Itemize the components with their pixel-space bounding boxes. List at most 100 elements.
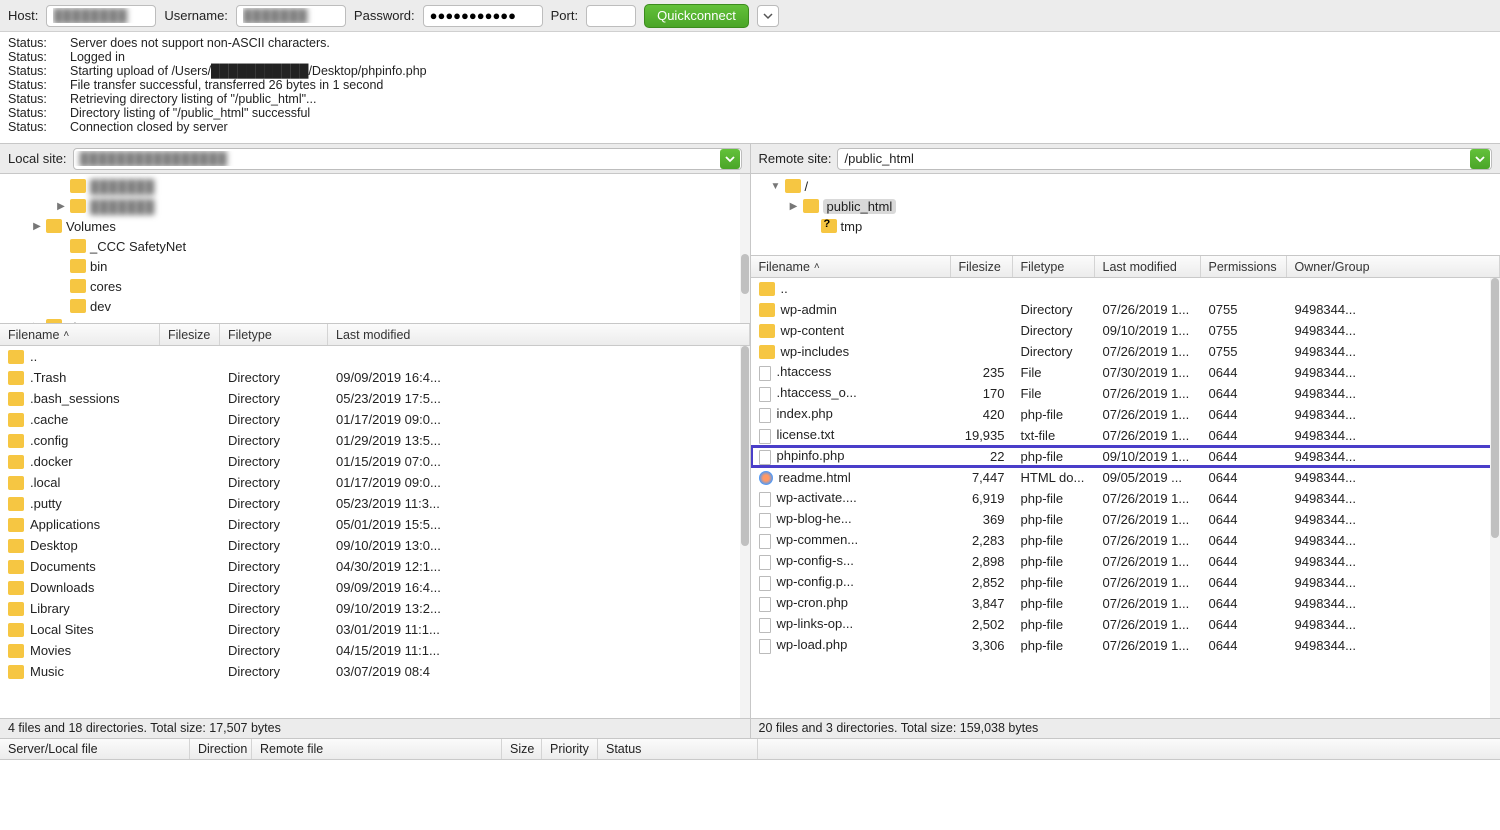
file-row[interactable]: .puttyDirectory05/23/2019 11:3... (0, 493, 750, 514)
file-row[interactable]: wp-blog-he...369php-file07/26/2019 1...0… (751, 509, 1500, 530)
queue-col[interactable]: Remote file (252, 739, 502, 759)
folder-icon (759, 303, 775, 317)
local-path-dropdown[interactable] (720, 149, 740, 169)
tree-item[interactable]: tmp (751, 216, 1500, 236)
queue-col[interactable]: Status (598, 739, 758, 759)
file-row[interactable]: .cacheDirectory01/17/2019 09:0... (0, 409, 750, 430)
file-row[interactable]: Local SitesDirectory03/01/2019 11:1... (0, 619, 750, 640)
queue-col[interactable]: Size (502, 739, 542, 759)
cell-filetype: Directory (1013, 323, 1095, 338)
remote-path-dropdown[interactable] (1470, 149, 1490, 169)
tree-item[interactable]: cores (0, 276, 750, 296)
file-row[interactable]: wp-adminDirectory07/26/2019 1...07559498… (751, 299, 1500, 320)
local-file-list[interactable]: .. .TrashDirectory09/09/2019 16:4....bash… (0, 346, 750, 718)
tree-item[interactable]: ▶public_html (751, 196, 1500, 216)
col-last-modified[interactable]: Last modified (1095, 256, 1201, 277)
tree-item[interactable]: dev (0, 296, 750, 316)
tree-item[interactable]: _CCC SafetyNet (0, 236, 750, 256)
col-permissions[interactable]: Permissions (1201, 256, 1287, 277)
file-row[interactable]: .bash_sessionsDirectory05/23/2019 17:5..… (0, 388, 750, 409)
file-row[interactable]: .htaccess_o...170File07/26/2019 1...0644… (751, 383, 1500, 404)
tree-item[interactable]: ▼/ (751, 176, 1500, 196)
local-path-combo[interactable]: ████████████████ (73, 148, 742, 170)
file-row[interactable]: .htaccess235File07/30/2019 1...064494983… (751, 362, 1500, 383)
queue-col[interactable]: Direction (190, 739, 252, 759)
file-row[interactable]: wp-activate....6,919php-file07/26/2019 1… (751, 488, 1500, 509)
file-row[interactable]: wp-config-s...2,898php-file07/26/2019 1.… (751, 551, 1500, 572)
file-row[interactable]: MusicDirectory03/07/2019 08:4 (0, 661, 750, 682)
file-row[interactable]: index.php420php-file07/26/2019 1...06449… (751, 404, 1500, 425)
host-input[interactable] (46, 5, 156, 27)
col-filesize[interactable]: Filesize (160, 324, 220, 345)
username-input[interactable] (236, 5, 346, 27)
col-last-modified[interactable]: Last modified (328, 324, 750, 345)
file-icon (759, 450, 771, 465)
queue-col[interactable]: Server/Local file (0, 739, 190, 759)
file-row[interactable]: .. (751, 278, 1500, 299)
scrollbar[interactable] (740, 346, 750, 718)
quickconnect-button[interactable]: Quickconnect (644, 4, 749, 28)
queue-col[interactable]: Priority (542, 739, 598, 759)
tree-item[interactable]: ███████ (0, 176, 750, 196)
file-icon (759, 387, 771, 402)
tree-item[interactable]: ▶etc (0, 316, 750, 324)
tree-item[interactable]: ▶Volumes (0, 216, 750, 236)
cell-filename: Movies (0, 643, 160, 659)
scrollbar[interactable] (740, 174, 750, 323)
folder-icon (8, 518, 24, 532)
file-row[interactable]: MoviesDirectory04/15/2019 11:1... (0, 640, 750, 661)
local-tree[interactable]: ███████ ▶ ███████ ▶Volumes_CCC SafetyNetbin… (0, 174, 750, 324)
tree-item-label: ███████ (90, 199, 154, 214)
cell-filename: .. (0, 349, 160, 365)
file-row[interactable]: DesktopDirectory09/10/2019 13:0... (0, 535, 750, 556)
file-row[interactable]: wp-contentDirectory09/10/2019 1...075594… (751, 320, 1500, 341)
file-row[interactable]: DownloadsDirectory09/09/2019 16:4... (0, 577, 750, 598)
file-row[interactable]: ApplicationsDirectory05/01/2019 15:5... (0, 514, 750, 535)
disclosure-triangle[interactable]: ▶ (789, 201, 799, 212)
col-filename[interactable]: Filename˄ (0, 324, 160, 345)
connection-toolbar: Host: Username: Password: Port: Quickcon… (0, 0, 1500, 32)
password-input[interactable] (423, 5, 543, 27)
col-filetype[interactable]: Filetype (220, 324, 328, 345)
file-row[interactable]: license.txt19,935txt-file07/26/2019 1...… (751, 425, 1500, 446)
file-row[interactable]: DocumentsDirectory04/30/2019 12:1... (0, 556, 750, 577)
remote-path-combo[interactable]: /public_html (837, 148, 1492, 170)
file-row[interactable]: .TrashDirectory09/09/2019 16:4... (0, 367, 750, 388)
file-row[interactable]: LibraryDirectory09/10/2019 13:2... (0, 598, 750, 619)
folder-icon (803, 199, 819, 213)
port-input[interactable] (586, 5, 636, 27)
folder-icon (8, 497, 24, 511)
tree-item[interactable]: bin (0, 256, 750, 276)
file-row[interactable]: readme.html7,447HTML do...09/05/2019 ...… (751, 467, 1500, 488)
quickconnect-dropdown[interactable] (757, 5, 779, 27)
col-filetype[interactable]: Filetype (1013, 256, 1095, 277)
disclosure-triangle[interactable]: ▶ (32, 221, 42, 232)
cell-last-modified: 09/09/2019 16:4... (328, 580, 750, 595)
cell-filename: .local (0, 475, 160, 491)
transfer-queue[interactable] (0, 760, 1500, 830)
file-row[interactable]: wp-cron.php3,847php-file07/26/2019 1...0… (751, 593, 1500, 614)
file-row[interactable]: phpinfo.php22php-file09/10/2019 1...0644… (751, 446, 1500, 467)
file-row[interactable]: wp-config.p...2,852php-file07/26/2019 1.… (751, 572, 1500, 593)
file-row[interactable]: wp-includesDirectory07/26/2019 1...07559… (751, 341, 1500, 362)
folder-icon (70, 299, 86, 313)
disclosure-triangle[interactable]: ▶ (32, 321, 42, 325)
tree-item[interactable]: ▶ ███████ (0, 196, 750, 216)
file-row[interactable]: .dockerDirectory01/15/2019 07:0... (0, 451, 750, 472)
file-row[interactable]: .localDirectory01/17/2019 09:0... (0, 472, 750, 493)
file-row[interactable]: wp-load.php3,306php-file07/26/2019 1...0… (751, 635, 1500, 656)
file-row[interactable]: wp-commen...2,283php-file07/26/2019 1...… (751, 530, 1500, 551)
scrollbar[interactable] (1490, 278, 1500, 718)
disclosure-triangle[interactable]: ▶ (56, 201, 66, 212)
disclosure-triangle[interactable]: ▼ (771, 181, 781, 192)
file-row[interactable]: wp-links-op...2,502php-file07/26/2019 1.… (751, 614, 1500, 635)
remote-file-list[interactable]: ..wp-adminDirectory07/26/2019 1...075594… (751, 278, 1500, 718)
file-row[interactable]: .. (0, 346, 750, 367)
cell-filesize: 2,898 (951, 554, 1013, 569)
col-owner-group[interactable]: Owner/Group (1287, 256, 1500, 277)
remote-tree[interactable]: ▼/▶public_htmltmp (751, 174, 1500, 256)
col-filesize[interactable]: Filesize (951, 256, 1013, 277)
file-row[interactable]: .configDirectory01/29/2019 13:5... (0, 430, 750, 451)
file-icon (759, 534, 771, 549)
col-filename[interactable]: Filename˄ (751, 256, 951, 277)
